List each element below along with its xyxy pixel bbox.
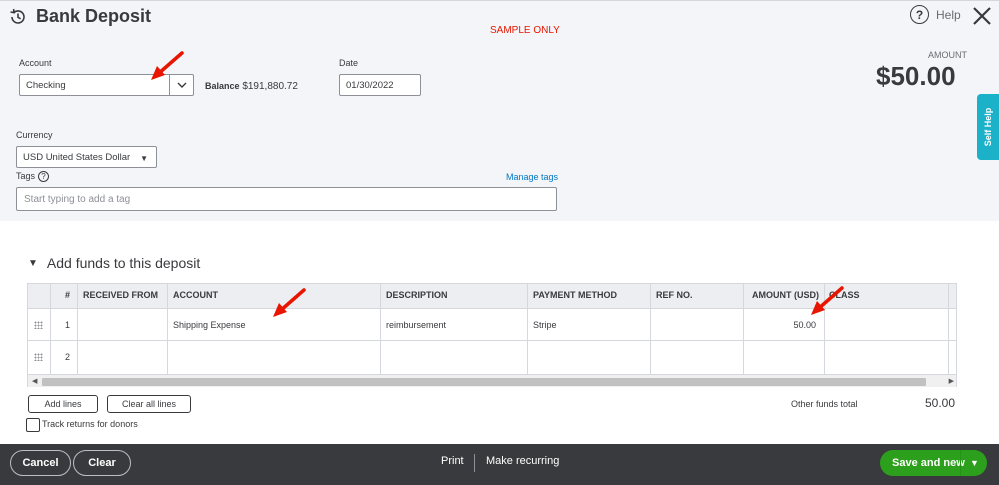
annotation-arrow-icon: [273, 288, 306, 317]
drag-handle-icon[interactable]: [34, 321, 43, 329]
footer-bar: Cancel Clear Print Make recurring Save a…: [0, 444, 999, 485]
help-button[interactable]: ? Help: [910, 5, 961, 24]
self-help-label: Self Help: [983, 107, 993, 147]
col-header-account[interactable]: ACCOUNT: [173, 290, 218, 300]
print-button[interactable]: Print: [441, 455, 464, 467]
amount-label: AMOUNT: [928, 50, 967, 60]
col-divider: [948, 284, 949, 374]
currency-select[interactable]: USD United States Dollar ▼: [16, 146, 157, 168]
add-lines-button[interactable]: Add lines: [28, 395, 98, 413]
sample-notice: SAMPLE ONLY: [490, 25, 560, 36]
track-returns-checkbox[interactable]: [26, 418, 40, 432]
page-title: Bank Deposit: [36, 6, 152, 26]
manage-tags-link[interactable]: Manage tags: [506, 172, 558, 182]
drag-handle-icon[interactable]: [34, 353, 43, 361]
account-balance: Balance $191,880.72: [205, 81, 298, 92]
cell-description[interactable]: reimbursement: [386, 320, 446, 330]
col-header-received-from[interactable]: RECEIVED FROM: [83, 290, 158, 300]
date-input[interactable]: 01/30/2022: [339, 74, 421, 96]
other-funds-total-label: Other funds total: [791, 399, 858, 409]
save-and-new-label: Save and new: [892, 457, 965, 469]
tags-input[interactable]: Start typing to add a tag: [16, 187, 557, 211]
chevron-down-icon[interactable]: ▼: [970, 458, 979, 468]
annotation-arrow-icon: [151, 51, 184, 80]
tags-help-icon[interactable]: ?: [38, 171, 50, 183]
col-divider: [50, 284, 51, 374]
currency-value: USD United States Dollar: [23, 151, 131, 163]
horizontal-scrollbar[interactable]: ◀ ▶: [28, 374, 956, 387]
section-title: Add funds to this deposit: [46, 255, 201, 271]
col-divider: [527, 284, 528, 374]
history-icon[interactable]: [8, 7, 28, 27]
annotation-arrow-icon: [811, 286, 844, 315]
self-help-tab[interactable]: Self Help: [977, 94, 999, 160]
date-label: Date: [339, 58, 359, 68]
amount-value: $50.00: [876, 61, 956, 91]
currency-label: Currency: [16, 130, 53, 140]
cell-account[interactable]: Shipping Expense: [173, 320, 246, 330]
col-header-payment-method[interactable]: PAYMENT METHOD: [533, 290, 617, 300]
row-number: 1: [65, 320, 71, 330]
form-header: Bank Deposit SAMPLE ONLY ? Help Account …: [0, 0, 999, 221]
cancel-button[interactable]: Cancel: [10, 450, 71, 476]
footer-divider: [474, 454, 475, 472]
clear-button[interactable]: Clear: [73, 450, 131, 476]
clear-all-lines-button[interactable]: Clear all lines: [107, 395, 191, 413]
track-returns-label: Track returns for donors: [42, 419, 138, 429]
balance-value: $191,880.72: [242, 81, 298, 92]
account-label: Account: [19, 58, 52, 68]
date-value: 01/30/2022: [346, 79, 394, 91]
save-and-new-button[interactable]: Save and new ▼: [880, 450, 987, 476]
row-number: 2: [65, 352, 71, 362]
col-divider: [167, 284, 168, 374]
tags-label-row: Tags?: [16, 171, 50, 183]
title-row: Bank Deposit: [8, 6, 151, 27]
other-funds-total-value: 50.00: [925, 396, 956, 410]
tags-placeholder: Start typing to add a tag: [24, 193, 131, 205]
scroll-left-icon[interactable]: ◀: [32, 377, 37, 385]
make-recurring-button[interactable]: Make recurring: [486, 455, 559, 467]
help-circle-icon: ?: [910, 5, 929, 24]
add-funds-toggle[interactable]: ▼ Add funds to this deposit: [28, 255, 200, 271]
close-icon[interactable]: [972, 6, 992, 26]
cell-amount[interactable]: 50.00: [793, 320, 816, 330]
account-value: Checking: [26, 79, 66, 91]
tags-label: Tags: [16, 171, 36, 181]
help-label: Help: [936, 7, 961, 22]
cell-payment-method[interactable]: Stripe: [533, 320, 557, 330]
col-divider: [743, 284, 744, 374]
col-header-num: #: [65, 290, 71, 300]
col-header-description[interactable]: DESCRIPTION: [386, 290, 448, 300]
balance-label: Balance: [205, 81, 240, 91]
col-header-ref-no[interactable]: REF NO.: [656, 290, 693, 300]
row-divider: [28, 340, 956, 341]
scroll-right-icon[interactable]: ▶: [949, 377, 954, 385]
col-divider: [380, 284, 381, 374]
col-divider: [77, 284, 78, 374]
collapse-triangle-icon: ▼: [28, 257, 38, 269]
dropdown-triangle-icon: ▼: [140, 154, 148, 163]
scrollbar-thumb[interactable]: [42, 378, 926, 386]
col-divider: [650, 284, 651, 374]
split-divider: [960, 450, 961, 476]
